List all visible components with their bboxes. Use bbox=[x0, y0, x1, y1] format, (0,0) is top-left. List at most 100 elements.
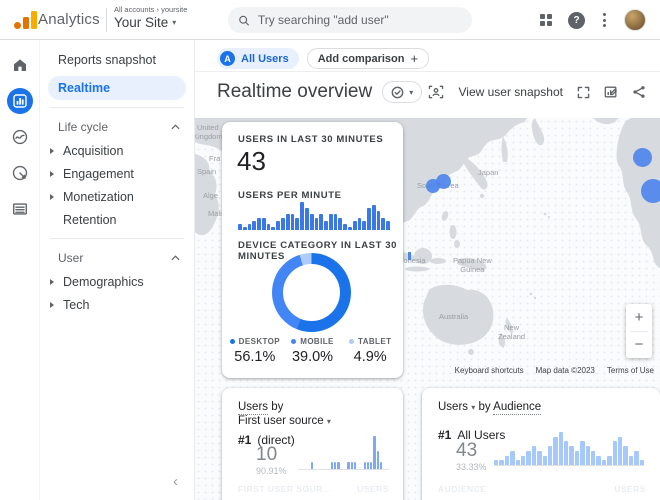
account-switcher[interactable]: All accounts › yoursite Your Site ▾ bbox=[114, 5, 187, 30]
metric-selector[interactable]: Users ▾ bbox=[438, 401, 475, 413]
chevron-down-icon: ▾ bbox=[327, 417, 331, 426]
map-label: Papua New Guinea bbox=[453, 256, 492, 275]
advertising-icon[interactable] bbox=[7, 160, 33, 186]
search-icon bbox=[238, 14, 250, 27]
nav-realtime[interactable]: Realtime bbox=[48, 76, 186, 100]
table-headers: FIRST USER SOUR...USERS bbox=[238, 484, 389, 494]
help-icon[interactable]: ? bbox=[568, 12, 585, 29]
active-users-map-dot[interactable] bbox=[436, 174, 451, 189]
library-icon[interactable] bbox=[7, 196, 33, 222]
keyboard-shortcuts-link[interactable]: Keyboard shortcuts bbox=[455, 366, 524, 375]
check-circle-icon bbox=[391, 86, 404, 99]
top-row-value: 43 bbox=[456, 440, 477, 462]
top-bar: Analytics All accounts › yoursite Your S… bbox=[0, 0, 660, 40]
expand-arrow-icon bbox=[50, 279, 54, 285]
main-content: A All Users Add comparison + Realtime ov… bbox=[195, 40, 660, 500]
user-snapshot-icon bbox=[428, 85, 444, 99]
top-row-percent: 90.91% bbox=[256, 466, 287, 476]
users-30min-value: 43 bbox=[237, 146, 266, 177]
divider bbox=[106, 8, 107, 32]
nav-section-life-cycle[interactable]: Life cycle bbox=[40, 115, 194, 139]
audience-mini-chart[interactable] bbox=[494, 432, 644, 466]
users-per-minute-chart[interactable] bbox=[238, 202, 390, 230]
nav-demographics[interactable]: Demographics bbox=[40, 270, 194, 293]
map-label: Fra bbox=[209, 154, 220, 163]
dimension-selector[interactable]: First user source ▾ bbox=[238, 415, 331, 427]
device-legend: DESKTOP 56.1% MOBILE 39.0% TABLET 4.9% bbox=[226, 337, 399, 365]
property-name: Your Site bbox=[114, 15, 168, 30]
add-comparison-button[interactable]: Add comparison + bbox=[307, 48, 429, 69]
expand-arrow-icon bbox=[50, 148, 54, 154]
expand-arrow-icon bbox=[50, 302, 54, 308]
divider bbox=[50, 107, 184, 108]
fullscreen-icon[interactable] bbox=[577, 86, 590, 99]
divider bbox=[195, 71, 660, 72]
breadcrumb: All accounts › yoursite bbox=[114, 5, 187, 14]
tablet-legend-dot bbox=[349, 339, 354, 344]
users-by-source-card: Users by First user source ▾ #1(direct) … bbox=[222, 388, 403, 500]
zoom-in-button[interactable]: + bbox=[626, 304, 652, 331]
active-users-map-dot[interactable] bbox=[408, 252, 411, 260]
nav-monetization[interactable]: Monetization bbox=[40, 185, 194, 208]
home-icon[interactable] bbox=[7, 52, 33, 78]
collapse-nav-icon[interactable]: ‹ bbox=[173, 473, 178, 490]
more-menu-icon[interactable] bbox=[601, 11, 608, 29]
view-user-snapshot-label[interactable]: View user snapshot bbox=[458, 85, 563, 99]
nav-reports-snapshot[interactable]: Reports snapshot bbox=[40, 48, 194, 72]
explore-icon[interactable] bbox=[7, 124, 33, 150]
map-label: Alge bbox=[203, 191, 218, 200]
analytics-app: Analytics All accounts › yoursite Your S… bbox=[0, 0, 660, 500]
search-input[interactable] bbox=[258, 13, 462, 27]
nav-retention[interactable]: Retention bbox=[40, 208, 194, 231]
users-per-minute-label: USERS PER MINUTE bbox=[238, 190, 342, 201]
left-rail bbox=[0, 40, 40, 500]
page-title: Realtime overview bbox=[217, 81, 372, 103]
search-bar[interactable] bbox=[228, 7, 472, 33]
report-status-dropdown[interactable]: ▾ bbox=[382, 81, 422, 103]
nav-engagement[interactable]: Engagement bbox=[40, 162, 194, 185]
legend-tablet[interactable]: TABLET 4.9% bbox=[341, 337, 399, 365]
top-row-value: 10 bbox=[256, 444, 277, 466]
desktop-legend-dot bbox=[230, 339, 235, 344]
nav-acquisition[interactable]: Acquisition bbox=[40, 139, 194, 162]
report-nav: Reports snapshot Realtime Life cycle Acq… bbox=[40, 40, 195, 500]
view-user-snapshot-button[interactable] bbox=[428, 85, 444, 99]
map-label: Mali bbox=[208, 209, 222, 218]
chevron-up-icon bbox=[171, 255, 180, 261]
customize-report-icon[interactable] bbox=[604, 85, 618, 99]
top-row-percent: 33.33% bbox=[456, 462, 487, 472]
share-icon[interactable] bbox=[632, 85, 646, 99]
realtime-summary-card: USERS IN LAST 30 MINUTES 43 USERS PER MI… bbox=[222, 122, 403, 378]
users-30min-label: USERS IN LAST 30 MINUTES bbox=[238, 134, 383, 145]
mobile-legend-dot bbox=[291, 339, 296, 344]
audience-dimension-label[interactable]: Audience bbox=[493, 401, 541, 415]
nav-section-user[interactable]: User bbox=[40, 246, 194, 270]
plus-icon: + bbox=[411, 51, 419, 66]
nav-tech[interactable]: Tech bbox=[40, 293, 194, 316]
active-users-map-dot[interactable] bbox=[641, 179, 660, 203]
map-zoom-control: + − bbox=[626, 304, 652, 358]
all-users-comparison-chip[interactable]: A All Users bbox=[217, 48, 299, 69]
terms-of-use-link[interactable]: Terms of Use bbox=[607, 366, 654, 375]
chevron-down-icon: ▾ bbox=[471, 403, 475, 412]
active-users-map-dot[interactable] bbox=[633, 148, 652, 167]
expand-arrow-icon bbox=[50, 171, 54, 177]
map-label: Australia bbox=[439, 312, 468, 321]
legend-desktop[interactable]: DESKTOP 56.1% bbox=[226, 337, 284, 365]
apps-grid-icon[interactable] bbox=[540, 14, 553, 27]
map-label: Japan bbox=[478, 168, 498, 177]
map-attribution: Keyboard shortcuts Map data ©2023 Terms … bbox=[455, 366, 654, 375]
legend-mobile[interactable]: MOBILE 39.0% bbox=[284, 337, 342, 365]
source-mini-chart[interactable] bbox=[298, 436, 389, 470]
user-avatar[interactable] bbox=[624, 9, 646, 31]
device-category-donut-chart[interactable] bbox=[272, 253, 351, 332]
users-by-audience-card: Users ▾ by Audience #1All Users 43 33.33… bbox=[422, 388, 660, 500]
analytics-logo-icon[interactable] bbox=[14, 11, 37, 29]
reports-icon[interactable] bbox=[7, 88, 33, 114]
zoom-out-button[interactable]: − bbox=[626, 332, 652, 359]
table-headers: AUDIENCEUSERS bbox=[438, 484, 646, 494]
chevron-down-icon: ▾ bbox=[172, 18, 176, 27]
map-label: Spain bbox=[197, 167, 216, 176]
users-metric-label[interactable]: Users bbox=[238, 401, 268, 415]
product-name: Analytics bbox=[38, 11, 100, 28]
